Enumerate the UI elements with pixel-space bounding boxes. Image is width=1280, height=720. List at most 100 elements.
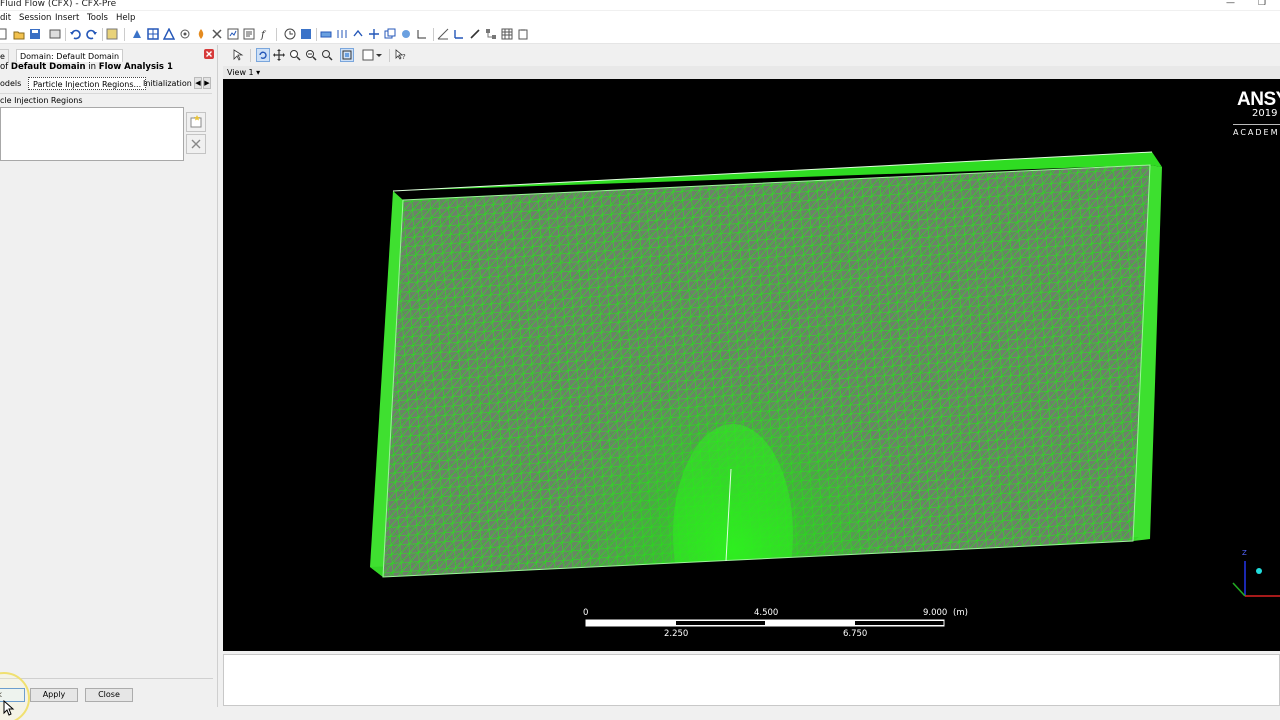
domain-icon[interactable] — [131, 28, 143, 40]
mesh-front-face — [383, 165, 1150, 577]
apply-button[interactable]: Apply — [30, 688, 78, 702]
window-title: Fluid Flow (CFX) - CFX-Pre — [0, 0, 117, 9]
svg-text:f: f — [260, 30, 267, 40]
menu-session[interactable]: Session — [19, 13, 51, 23]
region-icon[interactable] — [336, 28, 348, 40]
panel-tab-strip: e Domain: Default Domain — [0, 47, 218, 62]
edit-icon[interactable] — [106, 28, 118, 40]
menu-insert[interactable]: Insert — [55, 13, 79, 23]
axis-z-label: Z — [1242, 549, 1247, 557]
logo-year: 2019 — [1252, 108, 1278, 119]
heading-domain: Default Domain — [10, 62, 86, 72]
message-console[interactable] — [223, 654, 1280, 706]
mesh-icon[interactable] — [320, 28, 332, 40]
tab-particle-injection-regions[interactable]: Particle Injection Regions... — [28, 77, 147, 90]
logo-edition: ACADEM — [1233, 128, 1280, 137]
heading-analysis: Flow Analysis 1 — [98, 62, 173, 72]
scale-tick-9000: 9.000 — [923, 608, 948, 618]
probe-icon[interactable] — [469, 28, 481, 40]
button-row-divider — [0, 678, 213, 679]
scale-bar — [585, 619, 945, 627]
heading-in: in — [88, 62, 97, 72]
interface-icon[interactable] — [211, 28, 223, 40]
plot-icon[interactable] — [437, 28, 449, 40]
copy-mesh-icon[interactable] — [384, 28, 396, 40]
restore-button[interactable]: ❐ — [1258, 0, 1266, 8]
tab-scroll-right-button[interactable]: ▶ — [203, 77, 211, 89]
scale-tick-4500: 4.500 — [754, 608, 779, 618]
scale-unit: (m) — [953, 608, 968, 618]
scale-tick-2250: 2.250 — [664, 629, 689, 639]
injection-regions-list[interactable] — [0, 107, 184, 161]
delete-item-icon — [187, 139, 205, 156]
open-icon[interactable] — [13, 28, 25, 40]
move-icon[interactable] — [368, 28, 380, 40]
clock-icon[interactable] — [284, 28, 296, 40]
svg-text:?: ? — [402, 53, 406, 61]
coordinate-frame-icon[interactable] — [453, 28, 465, 40]
output-control-icon[interactable] — [243, 28, 255, 40]
fit-view-icon[interactable] — [340, 48, 354, 62]
view-box-icon[interactable] — [362, 49, 374, 61]
tab-outline[interactable]: e — [0, 49, 9, 62]
menu-edit[interactable]: dit — [0, 13, 11, 23]
network-icon[interactable] — [485, 28, 497, 40]
subdomain-icon[interactable] — [163, 28, 175, 40]
tab-fluid-models[interactable]: odels — [0, 77, 25, 90]
panel-heading: of Default Domain in Flow Analysis 1 — [0, 62, 173, 72]
mesh-scene — [370, 151, 1280, 627]
viewer-toolbar: ? — [223, 45, 1280, 65]
3d-viewport[interactable]: ANSY 2019 ACADEM 0 4.500 9.000 (m) 2.250… — [223, 79, 1280, 651]
select-icon[interactable] — [232, 49, 244, 61]
rotate-icon[interactable] — [256, 48, 270, 62]
clipboard-icon[interactable] — [517, 28, 529, 40]
menu-help[interactable]: Help — [116, 13, 135, 23]
units-icon[interactable] — [416, 28, 428, 40]
view-tab-bar: View 1 ▾ — [223, 66, 1280, 79]
zoom-icon[interactable] — [289, 49, 301, 61]
redo-icon[interactable] — [86, 28, 98, 40]
material-icon[interactable] — [400, 28, 412, 40]
menu-bar: dit Session Insert Tools Help — [0, 11, 1280, 25]
save-icon[interactable] — [29, 28, 41, 40]
solver-control-icon[interactable] — [227, 28, 239, 40]
panel-close-icon[interactable] — [204, 49, 214, 59]
details-panel: e Domain: Default Domain of Default Doma… — [0, 45, 218, 707]
boundary-icon[interactable] — [147, 28, 159, 40]
chevron-down-icon: ▾ — [256, 68, 261, 77]
undo-icon[interactable] — [69, 28, 81, 40]
expression-icon[interactable]: f — [259, 28, 271, 40]
view-selector[interactable]: View 1 ▾ — [227, 68, 260, 77]
help-pointer-icon[interactable]: ? — [395, 49, 407, 61]
status-bar — [0, 707, 1280, 720]
view-label: View 1 — [227, 68, 254, 77]
tab-initialization[interactable]: Initialization — [139, 77, 196, 90]
zoom-out-icon[interactable] — [321, 49, 333, 61]
minimize-button[interactable]: — — [1226, 0, 1235, 8]
menu-tools[interactable]: Tools — [87, 13, 108, 23]
domain-subtabs: odels Particle Injection Regions... Init… — [0, 76, 218, 91]
add-item-button[interactable] — [186, 112, 206, 132]
source-point-icon[interactable] — [179, 28, 191, 40]
scale-tick-6750: 6.750 — [843, 629, 868, 639]
tab-scroll-left-button[interactable]: ◀ — [194, 77, 202, 89]
main-toolbar: f — [0, 25, 1280, 44]
run-icon[interactable] — [300, 28, 312, 40]
title-bar: Fluid Flow (CFX) - CFX-Pre — ❐ — [0, 0, 1280, 10]
import-icon[interactable] — [49, 28, 61, 40]
view-dropdown-icon[interactable] — [375, 49, 383, 61]
new-icon[interactable] — [0, 28, 8, 40]
zoom-box-icon[interactable] — [305, 49, 317, 61]
delete-item-button[interactable] — [186, 134, 206, 154]
add-item-icon — [187, 115, 205, 134]
injection-regions-label: cle Injection Regions — [0, 96, 83, 105]
transform-icon[interactable] — [352, 28, 364, 40]
pan-icon[interactable] — [273, 49, 285, 61]
close-button[interactable]: Close — [85, 688, 133, 702]
heading-prefix: of — [0, 62, 9, 72]
table-icon[interactable] — [501, 28, 513, 40]
initialization-icon[interactable] — [195, 28, 207, 40]
tab-domain-default[interactable]: Domain: Default Domain — [16, 49, 124, 62]
scale-tick-0: 0 — [583, 608, 589, 618]
cfx-pre-window: Fluid Flow (CFX) - CFX-Pre — ❐ dit Sessi… — [0, 0, 1280, 720]
